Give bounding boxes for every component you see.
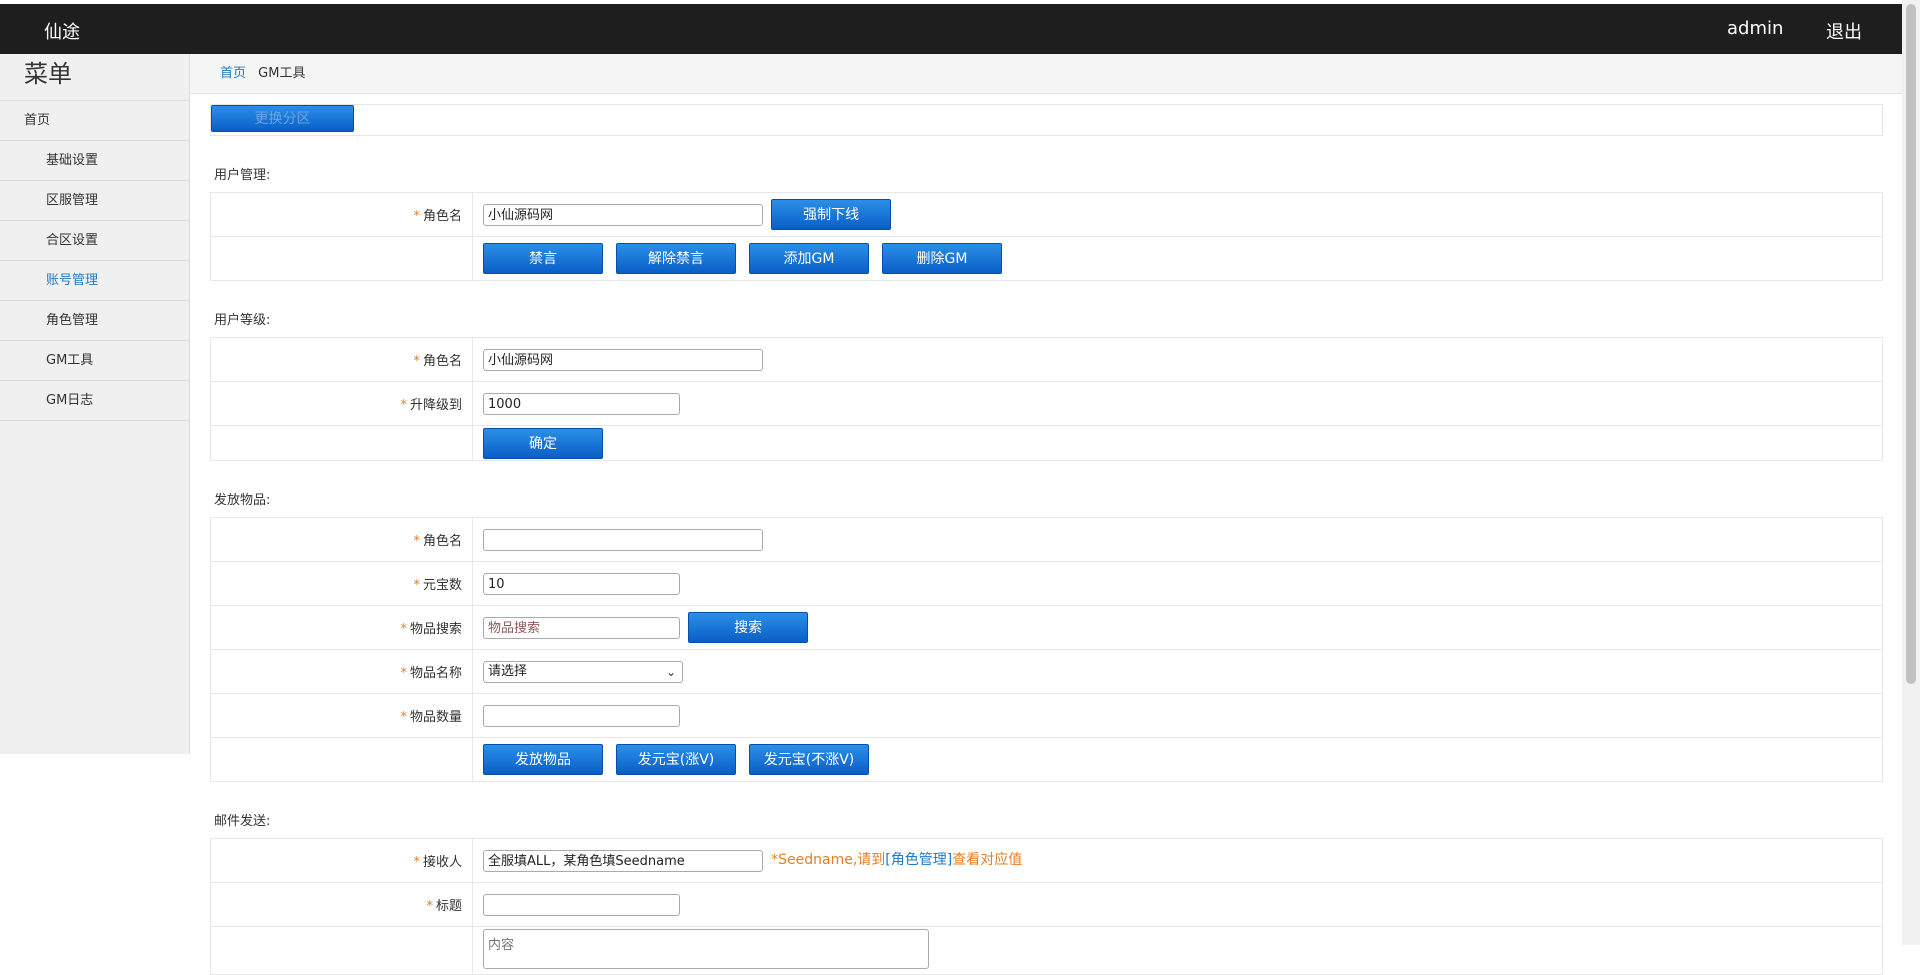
confirm-level-button[interactable]: 确定 [483,427,603,459]
zone-bar: 更换分区 [210,104,1883,136]
breadcrumb: 首页 GM工具 [190,54,1902,94]
send-yuanbao-no-vip-button[interactable]: 发元宝(不涨V) [749,744,869,775]
form-label: * 物品名称 [210,649,473,694]
sidebar-item-merge-settings[interactable]: 合区设置 [0,221,189,261]
send-yuanbao-vip-button[interactable]: 发元宝(涨V) [616,744,736,775]
current-user[interactable]: admin [1727,18,1783,39]
form-label: * 物品数量 [210,693,473,738]
mail-subject-input[interactable] [483,893,680,916]
form-label: * 角色名 [210,337,473,382]
sidebar-item-role-management[interactable]: 角色管理 [0,301,189,341]
form-label: * 标题 [210,882,473,927]
sidebar-item-account-management[interactable]: 账号管理 [0,261,189,301]
item-role-name-input[interactable] [483,528,763,551]
form-label: * 接收人 [210,838,473,883]
sidebar-item-gm-log[interactable]: GM日志 [0,381,189,421]
recipient-input[interactable]: 全服填ALL，某角色填Seedname [483,849,763,872]
main-content: 更换分区 用户管理: * 角色名 小仙源码网 强制下线 禁言 解除禁言 添加GM 删除G… [210,104,1883,975]
mail-content-textarea[interactable] [483,929,929,969]
form-label: * 元宝数 [210,561,473,606]
user-manage-form: * 角色名 小仙源码网 强制下线 禁言 解除禁言 添加GM 删除GM [210,192,1883,281]
form-label: * 升降级到 [210,381,473,426]
breadcrumb-current: GM工具 [258,66,306,81]
level-role-name-input[interactable]: 小仙源码网 [483,348,763,371]
scrollbar-thumb[interactable] [1906,4,1916,684]
breadcrumb-home-link[interactable]: 首页 [220,66,246,81]
level-input[interactable]: 1000 [483,392,680,415]
chevron-down-icon: ⌄ [665,664,676,679]
add-gm-button[interactable]: 添加GM [749,243,869,274]
form-label: * 角色名 [210,192,473,237]
user-level-form: * 角色名 小仙源码网 * 升降级到 1000 确定 [210,337,1883,461]
change-zone-button[interactable]: 更换分区 [211,105,354,132]
send-items-form: * 角色名 * 元宝数 10 * 物品搜索 物品搜索 搜索 * 物品名称 请选择 ⌄ * 物… [210,517,1883,782]
send-item-button[interactable]: 发放物品 [483,744,603,775]
yuanbao-input[interactable]: 10 [483,572,680,595]
recipient-hint: *Seedname,请到[角色管理]查看对应值 [771,852,1023,869]
top-navbar: 仙途 admin 退出 [0,4,1902,54]
form-label: * 角色名 [210,517,473,562]
section-title-items: 发放物品: [214,493,271,508]
brand-logo: 仙途 [44,22,80,43]
section-title-user-manage: 用户管理: [214,168,271,183]
form-label: * 物品搜索 [210,605,473,650]
sidebar-item-gm-tools[interactable]: GM工具 [0,341,189,381]
role-management-link[interactable]: [角色管理] [885,852,952,868]
item-name-select[interactable]: 请选择 ⌄ [483,660,683,683]
sidebar-item-basic-settings[interactable]: 基础设置 [0,141,189,181]
delete-gm-button[interactable]: 删除GM [882,243,1002,274]
mute-button[interactable]: 禁言 [483,243,603,274]
mail-form: * 接收人 全服填ALL，某角色填Seedname *Seedname,请到[角色… [210,838,1883,975]
unmute-button[interactable]: 解除禁言 [616,243,736,274]
sidebar-title: 菜单 [0,54,189,101]
section-title-mail: 邮件发送: [214,814,271,829]
item-quantity-input[interactable] [483,704,680,727]
search-button[interactable]: 搜索 [688,612,809,643]
item-search-input[interactable]: 物品搜索 [483,616,680,639]
role-name-input[interactable]: 小仙源码网 [483,203,763,226]
logout-link[interactable]: 退出 [1826,18,1862,44]
sidebar-item-home[interactable]: 首页 [0,101,189,141]
sidebar: 菜单 首页 基础设置 区服管理 合区设置 账号管理 角色管理 GM工具 GM日志 [0,54,190,754]
sidebar-item-server-management[interactable]: 区服管理 [0,181,189,221]
section-title-user-level: 用户等级: [214,313,271,328]
page-scrollbar[interactable] [1902,0,1920,945]
force-offline-button[interactable]: 强制下线 [771,199,892,230]
